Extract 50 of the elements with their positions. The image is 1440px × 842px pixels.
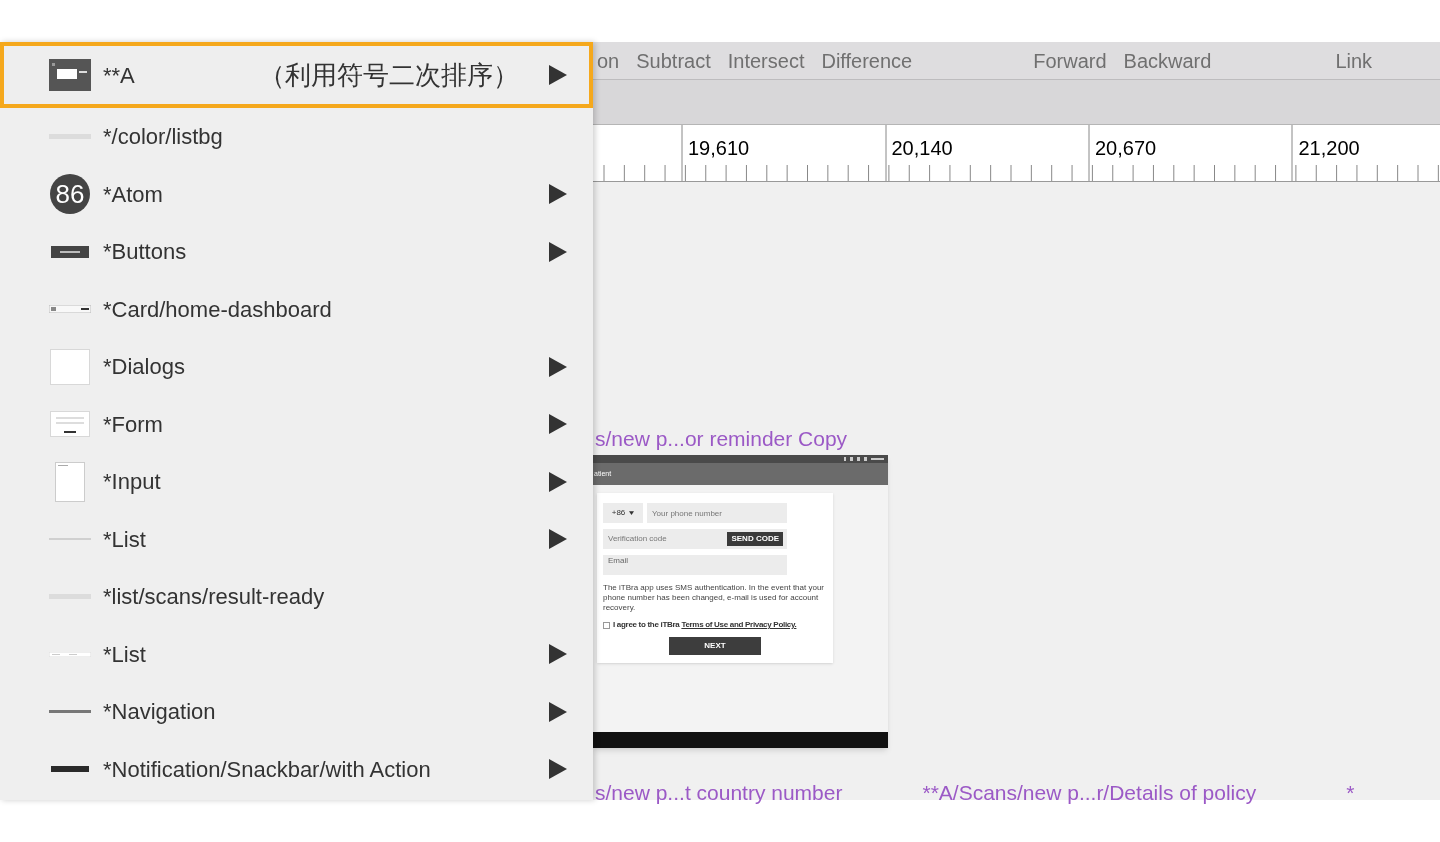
next-button[interactable]: NEXT — [669, 637, 761, 655]
toolbar-label[interactable]: Intersect — [727, 45, 805, 76]
artboard-label[interactable]: s/new p...or reminder Copy — [595, 423, 848, 455]
ruler-mark: 20,140 — [891, 136, 954, 161]
bar-thumbnail-icon — [51, 766, 89, 773]
ruler-mark: 20,670 — [1095, 136, 1158, 161]
form-thumbnail-icon — [50, 411, 90, 438]
terms-link[interactable]: Terms of Use and Privacy Policy. — [681, 620, 797, 629]
menu-item[interactable]: */color/listbg — [0, 108, 593, 166]
menu-item[interactable]: *Form — [0, 395, 593, 453]
menu-item[interactable]: *Notification/Snackbar/with Action — [0, 740, 593, 798]
toolbar-label[interactable]: on — [597, 45, 620, 76]
menu-item[interactable]: *list/scans/result-ready — [0, 568, 593, 626]
email-field[interactable]: Email — [603, 555, 787, 575]
toolbar-label[interactable]: Forward — [1033, 45, 1107, 76]
line-thumbnail-icon — [49, 710, 91, 714]
toolbar-label[interactable]: Subtract — [636, 45, 711, 76]
send-code-button[interactable]: SEND CODE — [727, 532, 783, 546]
menu-item[interactable]: *Navigation — [0, 683, 593, 741]
menu-item[interactable]: *List — [0, 625, 593, 683]
menu-item[interactable]: *Buttons — [0, 223, 593, 281]
verification-code-field[interactable]: Verification code — [608, 533, 667, 545]
agree-checkbox[interactable] — [603, 621, 610, 629]
menu-item[interactable]: *Dialogs — [0, 338, 593, 396]
artboard-label[interactable]: **A/Scans/new p...r/Details of policy — [922, 777, 1257, 809]
artboard-label[interactable]: s/new p...t country number — [595, 777, 843, 809]
phone-number-field[interactable]: Your phone number — [647, 503, 787, 523]
ruler-mark: 19,610 — [688, 136, 751, 161]
menu-item[interactable]: 86 *Atom — [0, 165, 593, 223]
caret-icon — [629, 511, 635, 515]
agree-text: I agree to the iTBra Terms of Use and Privacy Policy. — [613, 619, 797, 631]
toolbar-label[interactable]: Link — [1335, 45, 1373, 76]
menu-item[interactable]: *List — [0, 510, 593, 568]
toolbar-label[interactable]: Difference — [821, 45, 913, 76]
menu-item[interactable]: *Input — [0, 453, 593, 511]
status-icons-icon — [844, 457, 884, 461]
artboard-label[interactable]: * — [1346, 777, 1355, 809]
button-thumbnail-icon — [51, 245, 89, 258]
card-thumbnail-icon — [49, 305, 91, 314]
panel-thumbnail-icon — [49, 59, 91, 91]
count-badge: 86 — [50, 174, 90, 215]
menu-item[interactable]: *Card/home-dashboard — [0, 280, 593, 338]
page-thumbnail-icon — [55, 461, 85, 502]
toolbar-label[interactable]: Backward — [1123, 45, 1212, 76]
menu-item[interactable]: **A （利用符号二次排序） — [0, 42, 593, 108]
ruler-mark: 21,200 — [1298, 136, 1361, 161]
country-code-dropdown[interactable]: +86 — [603, 503, 643, 523]
dialog-thumbnail-icon — [50, 348, 90, 385]
notice-text: The iTBra app uses SMS authentication. In the event that your phone number has been changed, e-mail is used for account recovery. — [603, 583, 825, 613]
list-thumbnail-icon — [49, 651, 91, 657]
